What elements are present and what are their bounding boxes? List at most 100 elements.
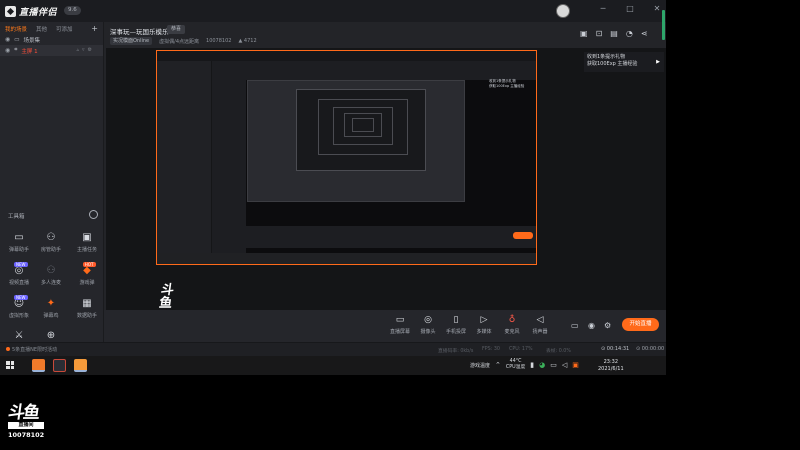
tool-multi-connect[interactable]: ⚇ 多人连麦 [34, 265, 68, 286]
folder-icon: ▭ [14, 36, 20, 43]
record-timer: ⊙ 00:00:00 [636, 346, 665, 352]
room-category[interactable]: 虚拟偶/4点远距离 [159, 38, 199, 45]
captured-left-panel [157, 61, 212, 253]
network-icon[interactable]: ◕ [539, 361, 545, 369]
eye-icon[interactable]: ◉ [5, 36, 10, 43]
hot-badge: HOT [82, 262, 96, 267]
watermark-sub: 直播间 [8, 422, 44, 429]
volume-icon[interactable]: ◁ [562, 361, 567, 369]
monitor-icon: ▭ [14, 232, 24, 243]
lock-icon[interactable]: ⊡ [596, 29, 603, 38]
microphone-button[interactable]: ♁ 麦克风 [498, 315, 526, 335]
game-icon: ◆ HOT [82, 262, 96, 276]
start-live-button[interactable]: 开始直播 [622, 318, 659, 331]
maximize-icon[interactable]: □ [625, 4, 635, 13]
captured-screen[interactable]: 收到1条提示礼物 获取100Exp 主播经验 [156, 50, 537, 265]
tab-addable[interactable]: 可添加 [56, 25, 73, 34]
barrage-icon: ✦ [46, 298, 56, 309]
system-tray: 游戏温度 ⌃ 44°C CPU温度 ▮ ◕ ▭ ◁ ▣ [470, 359, 579, 371]
nested-frame [352, 118, 374, 132]
version-badge[interactable]: 9.6 [64, 6, 81, 15]
phone-icon: ▯ [453, 315, 459, 325]
logo-icon [5, 6, 16, 17]
scene-tabs: 我的场景 其他 可添加 + [0, 22, 103, 34]
tool-barrage-helper[interactable]: ▭ 弹幕助手 [2, 232, 36, 253]
tool-room-manager[interactable]: ⚇ 房管助手 [34, 232, 68, 253]
tool-anchor-task[interactable]: ▣ 主播任务 [70, 232, 104, 253]
tray-label[interactable]: 游戏温度 [470, 362, 490, 369]
eye-icon[interactable]: ◉ [588, 321, 595, 330]
arrow-right-icon[interactable]: ▶ [656, 59, 660, 66]
network-icon[interactable]: ▭ [550, 361, 557, 369]
app-tray-icon[interactable]: ▣ [572, 361, 579, 369]
tools-settings-icon[interactable] [89, 210, 98, 219]
speaker-button[interactable]: ◁ 扬声器 [526, 315, 554, 335]
new-badge: NEW [14, 295, 28, 300]
tab-my-scenes[interactable]: 我的场景 [5, 25, 27, 34]
notification-panel[interactable]: 收到1条提示礼物 获取100Exp 主播经验 ▶ [584, 52, 664, 72]
eye-icon[interactable]: ◉ [5, 47, 10, 54]
camera-button[interactable]: ◎ 摄像头 [414, 315, 442, 335]
tool-data-helper[interactable]: ▦ 数据助手 [70, 298, 104, 319]
minimize-icon[interactable]: ─ [598, 4, 608, 13]
app-logo-text: 直播伴侣 [19, 8, 58, 18]
tool-video-live[interactable]: ◎ NEW 视频直播 [2, 262, 36, 286]
windows-start-icon[interactable] [6, 361, 14, 369]
captured-title-bar [157, 51, 536, 61]
taskbar-app-icon[interactable] [32, 359, 45, 372]
video-icon: ◎ NEW [14, 262, 28, 276]
scene-tools[interactable]: ▵▿⚙ [76, 47, 95, 53]
scrollbar[interactable] [662, 10, 665, 40]
tool-game[interactable]: ◆ HOT 游戏弹 [70, 262, 104, 286]
system-clock[interactable]: 23:32 2021/6/11 [598, 359, 624, 372]
status-pill[interactable]: 实况模面Online [110, 37, 153, 45]
box-icon[interactable]: ▤ [610, 29, 618, 38]
status-message[interactable]: 5条直播NE限时活动 [6, 346, 57, 353]
notice-line2: 获取100Exp 主播经验 [587, 61, 638, 67]
plugin-icon: ⊕ [46, 330, 56, 341]
tools-title: 工具箱 [8, 214, 25, 220]
room-title[interactable]: 深事玩—玩国乐模乐 [110, 26, 169, 36]
captured-notice: 收到1条提示礼物 获取100Exp 主播经验 [489, 79, 525, 88]
frame-drop-stat: 丢帧: 0.0% [546, 349, 571, 354]
tab-other[interactable]: 其他 [36, 25, 47, 34]
phone-cast-button[interactable]: ▯ 手机投屏 [442, 315, 470, 335]
alert-icon [6, 347, 10, 351]
scene-item[interactable]: ◉ ▭ 场景集 [0, 34, 103, 45]
captured-bottom-bar [212, 226, 536, 248]
temperature-widget[interactable]: 44°C CPU温度 [506, 359, 525, 371]
mic-icon[interactable]: ▮ [530, 361, 534, 369]
new-badge: NEW [14, 262, 28, 267]
captured-start-button [513, 232, 533, 239]
live-timer: ⊙ 00:14:31 [601, 346, 630, 352]
bell-icon[interactable]: ◔ [626, 29, 633, 38]
close-icon[interactable]: ✕ [652, 4, 662, 13]
add-scene-button[interactable]: + [91, 25, 98, 34]
user-icon: ⚇ [46, 232, 56, 243]
tool-barrage-chicken[interactable]: ✦ 弹幕鸡 [34, 298, 68, 319]
speaker-icon: ◁ [536, 315, 544, 325]
taskbar-app-icon[interactable] [53, 359, 66, 372]
scene-item-selected[interactable]: ◉ ⌗ 主屏 1 ▵▿⚙ [0, 45, 103, 56]
share-icon[interactable]: ⋖ [641, 29, 648, 38]
cpu-stat: CPU: 17% [509, 347, 533, 352]
taskbar-app-icon[interactable] [74, 359, 87, 372]
user-avatar[interactable] [556, 4, 570, 18]
avatar-icon: ☺ NEW [13, 295, 28, 309]
app-window: 直播伴侣 9.6 ─ □ ✕ 深事玩—玩国乐模乐 恭喜 实况模面Online 虚… [0, 0, 666, 375]
group-icon: ⚇ [46, 265, 56, 276]
record-icon[interactable]: ▭ [571, 321, 579, 330]
microphone-icon: ♁ [508, 315, 516, 325]
settings-icon[interactable]: ⚙ [604, 321, 611, 330]
media-button[interactable]: ▷ 多媒体 [470, 315, 498, 335]
status-bar: 5条直播NE限时活动 直播码率: 0kb/s FPS: 30 CPU: 17% … [0, 342, 666, 356]
screen-capture-button[interactable]: ▭ 直播屏幕 [386, 315, 414, 335]
play-icon: ▷ [480, 315, 488, 325]
room-tag[interactable]: 恭喜 [167, 25, 186, 34]
title-bar: 直播伴侣 9.6 ─ □ ✕ [0, 0, 666, 22]
tool-virtual-avatar[interactable]: ☺ NEW 虚拟形象 [2, 295, 36, 319]
gift-icon[interactable]: ▣ [580, 29, 588, 38]
app-logo: 直播伴侣 [5, 5, 57, 18]
room-info-row: 实况模面Online 虚拟偶/4点远距离 10078102 ▲ 4712 [110, 37, 257, 45]
chevron-up-icon[interactable]: ⌃ [495, 361, 501, 369]
